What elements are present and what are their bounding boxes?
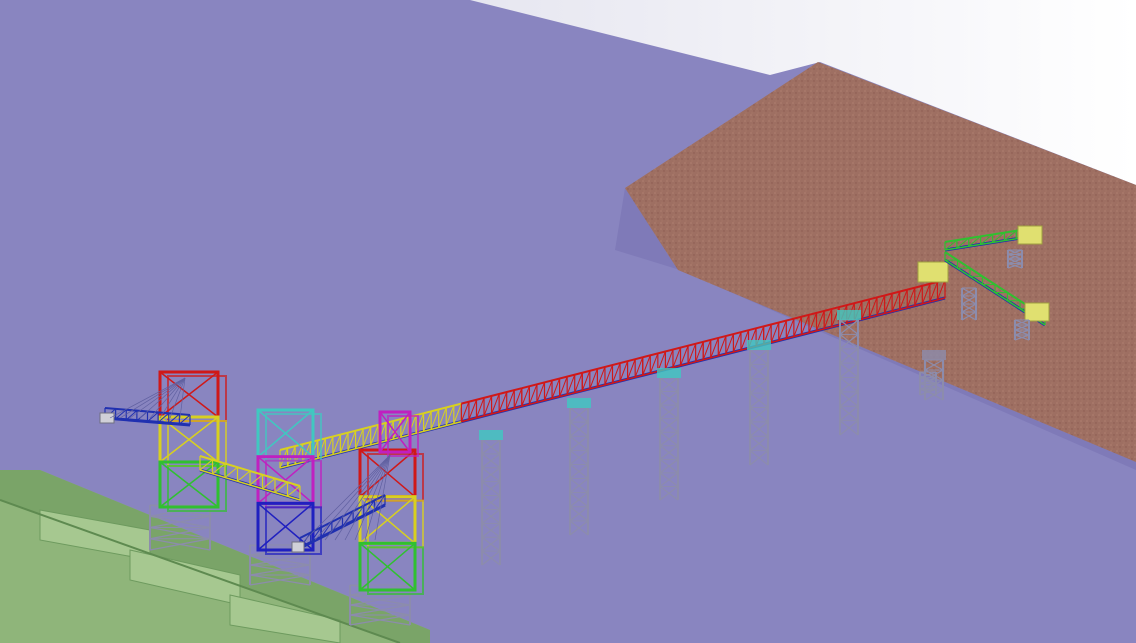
chute-head [99, 412, 115, 424]
hopper-2 [1024, 302, 1050, 322]
3d-model-render [0, 0, 1136, 643]
scene-viewport [0, 0, 1136, 643]
pier-cap [567, 398, 591, 408]
feed-hopper [917, 261, 949, 283]
hopper-1 [1017, 225, 1043, 245]
pier-cap [837, 310, 861, 320]
pier-cap [922, 350, 946, 360]
pier-cap [479, 430, 503, 440]
pier-cap [657, 368, 681, 378]
pier-cap [747, 340, 771, 350]
chute-head [291, 541, 305, 553]
